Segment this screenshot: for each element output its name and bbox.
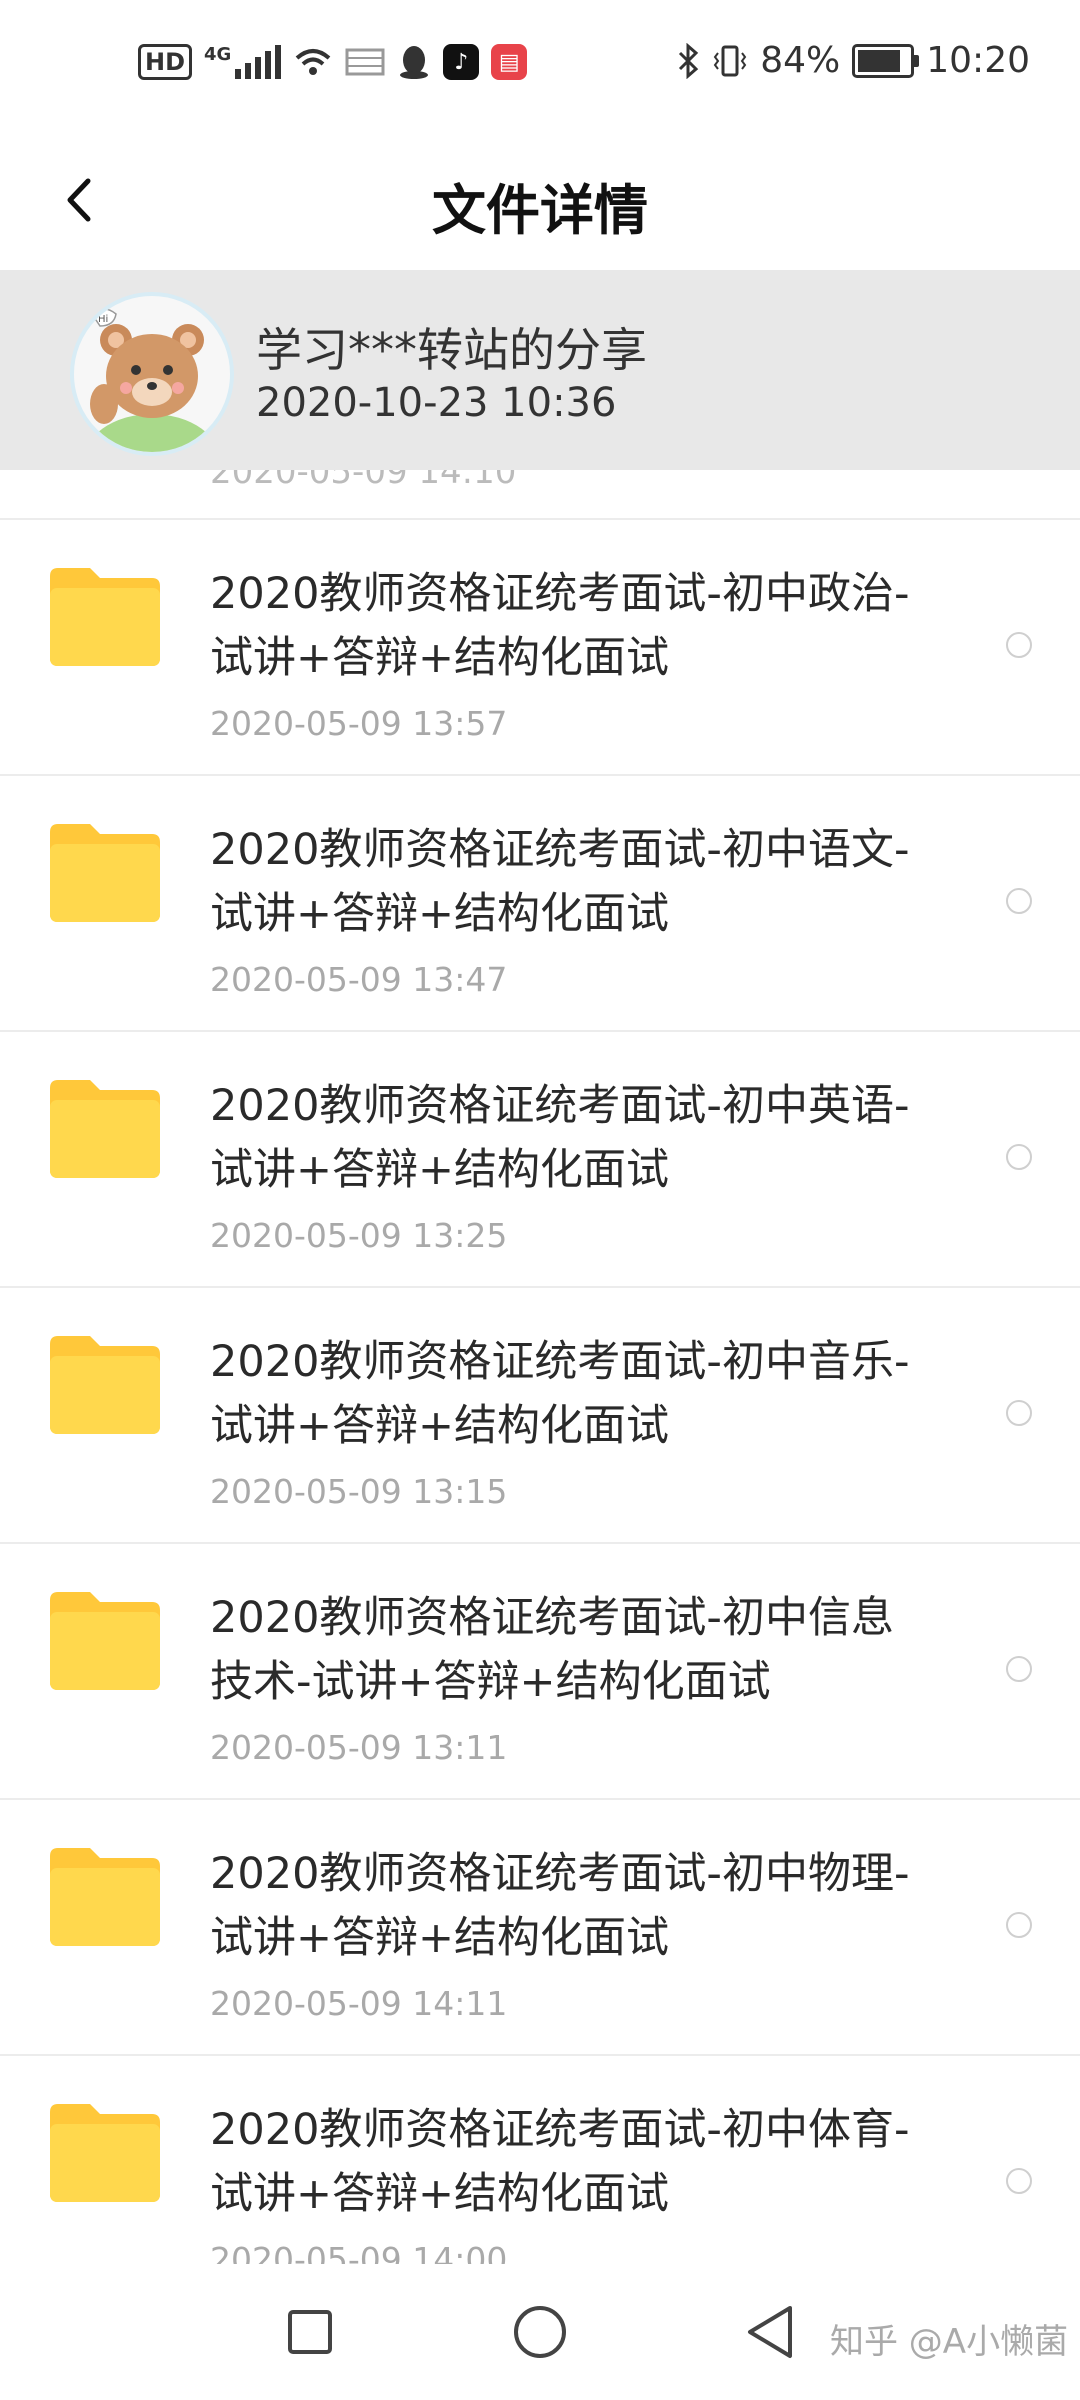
square-icon <box>288 2310 332 2354</box>
file-name: 2020教师资格证统考面试-初中语文-试讲+答辩+结构化面试 <box>210 825 910 939</box>
select-radio[interactable] <box>1006 888 1032 914</box>
bear-avatar-icon[interactable]: Hi <box>70 292 234 456</box>
file-list-item[interactable]: 2020教师资格证统考面试-初中信息技术-试讲+答辩+结构化面试 2020-05-… <box>0 1544 1080 1800</box>
select-radio[interactable] <box>1006 1144 1032 1170</box>
select-radio[interactable] <box>1006 1656 1032 1682</box>
title-bar: 文件详情 <box>0 130 1080 270</box>
watermark: 知乎 @A小懒菌 <box>830 2322 1069 2362</box>
file-list: 2020-05-09 14:10 2020教师资格证统考面试-初中政治-试讲+答… <box>0 470 1080 2312</box>
navigation-bar: 知乎 @A小懒菌 <box>0 2264 1080 2400</box>
folder-icon <box>50 1592 160 1690</box>
select-radio[interactable] <box>1006 2168 1032 2194</box>
file-date: 2020-05-09 13:15 <box>210 1472 508 1511</box>
share-time: 2020-10-23 10:36 <box>256 380 617 426</box>
status-right-icons: 84% 10:20 <box>676 40 1030 81</box>
file-date: 2020-05-09 14:11 <box>210 1984 508 2023</box>
recent-apps-button[interactable] <box>280 2302 340 2362</box>
file-name: 2020教师资格证统考面试-初中信息技术-试讲+答辩+结构化面试 <box>210 1593 894 1707</box>
wifi-icon <box>296 49 331 75</box>
data-saver-icon <box>345 48 385 76</box>
clock: 10:20 <box>926 40 1030 81</box>
file-date: 2020-05-09 13:57 <box>210 704 508 743</box>
folder-icon <box>50 568 160 666</box>
qq-icon <box>400 46 429 79</box>
file-list-item[interactable]: 2020教师资格证统考面试-初中音乐-试讲+答辩+结构化面试 2020-05-09… <box>0 1288 1080 1544</box>
signal-icon <box>235 45 282 79</box>
file-date: 2020-05-09 13:11 <box>210 1728 508 1767</box>
circle-icon <box>514 2306 566 2358</box>
file-name: 2020教师资格证统考面试-初中英语-试讲+答辩+结构化面试 <box>210 1081 910 1195</box>
vibrate-icon <box>713 45 747 76</box>
file-name: 2020教师资格证统考面试-初中体育-试讲+答辩+结构化面试 <box>210 2105 910 2219</box>
battery-percent: 84% <box>760 40 841 81</box>
file-list-item[interactable]: 2020教师资格证统考面试-初中英语-试讲+答辩+结构化面试 2020-05-09… <box>0 1032 1080 1288</box>
file-date: 2020-05-09 13:25 <box>210 1216 508 1255</box>
folder-icon <box>50 1848 160 1946</box>
folder-icon <box>50 1336 160 1434</box>
network-type: 4G <box>204 44 232 65</box>
share-header: Hi 学习***转站的分享 2020-10-23 10:36 <box>0 270 1080 470</box>
file-name: 2020教师资格证统考面试-初中政治-试讲+答辩+结构化面试 <box>210 569 910 683</box>
folder-icon <box>50 824 160 922</box>
svg-text:Hi: Hi <box>98 314 108 325</box>
file-list-item[interactable]: 2020教师资格证统考面试-初中物理-试讲+答辩+结构化面试 2020-05-09… <box>0 1800 1080 2056</box>
select-radio[interactable] <box>1006 1912 1032 1938</box>
tiktok-icon: ♪ <box>443 44 480 80</box>
file-date: 2020-05-09 13:47 <box>210 960 508 999</box>
home-button[interactable] <box>510 2302 570 2362</box>
status-left-icons: HD 4G ♪ ▤ <box>138 44 528 80</box>
select-radio[interactable] <box>1006 632 1032 658</box>
file-name: 2020教师资格证统考面试-初中音乐-试讲+答辩+结构化面试 <box>210 1337 910 1451</box>
select-radio[interactable] <box>1006 1400 1032 1426</box>
folder-icon <box>50 1080 160 1178</box>
bluetooth-icon <box>679 42 699 79</box>
file-name: 2020教师资格证统考面试-初中物理-试讲+答辩+结构化面试 <box>210 1849 910 1963</box>
share-owner-name: 学习***转站的分享 <box>256 323 647 377</box>
partial-list-item: 2020-05-09 14:10 <box>0 470 1080 520</box>
status-bar: HD 4G ♪ ▤ 84% 10:20 <box>0 0 1080 130</box>
file-list-item[interactable]: 2020教师资格证统考面试-初中语文-试讲+答辩+结构化面试 2020-05-09… <box>0 776 1080 1032</box>
file-list-item[interactable]: 2020教师资格证统考面试-初中政治-试讲+答辩+结构化面试 2020-05-09… <box>0 520 1080 776</box>
red-book-icon: ▤ <box>491 44 528 80</box>
battery-icon <box>852 43 920 78</box>
triangle-back-icon <box>748 2306 792 2358</box>
system-back-button[interactable] <box>740 2302 800 2362</box>
hd-badge: HD <box>138 44 193 80</box>
partial-date: 2020-05-09 14:10 <box>210 470 517 492</box>
folder-icon <box>50 2104 160 2202</box>
page-title: 文件详情 <box>432 179 648 242</box>
